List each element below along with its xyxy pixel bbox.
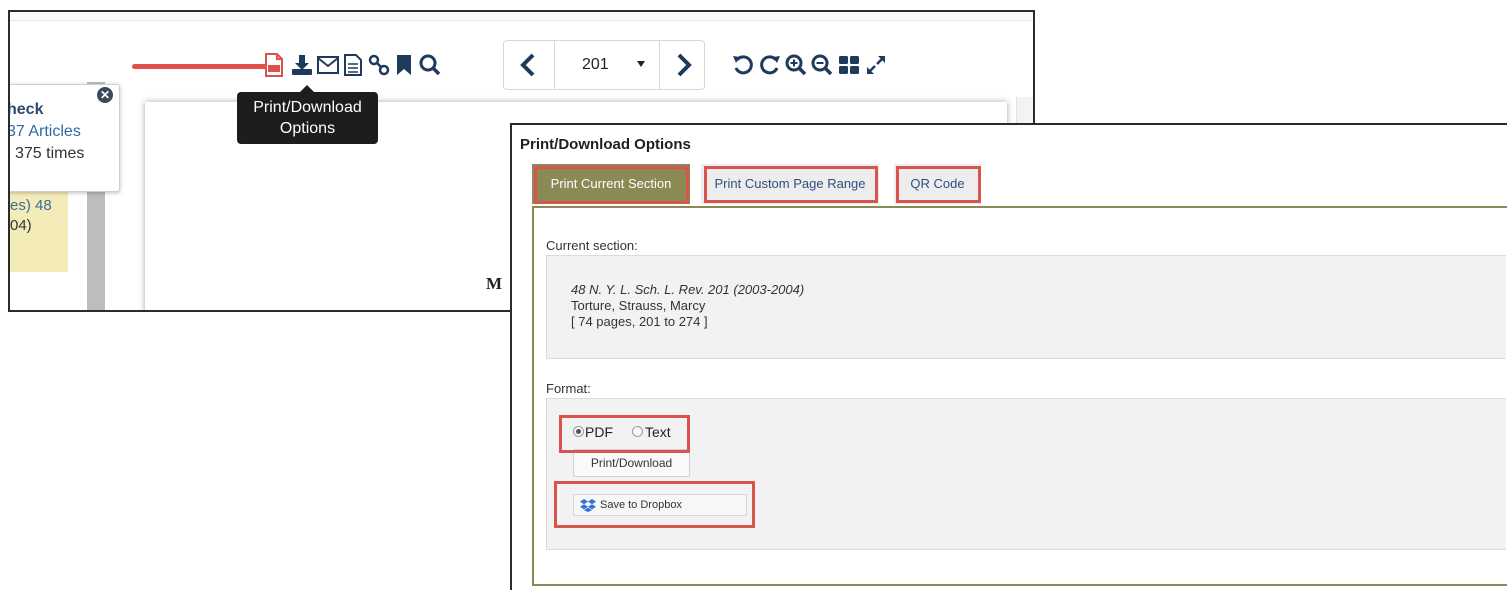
rotate-left-icon[interactable]: [730, 50, 756, 80]
print-download-button[interactable]: Print/Download: [573, 449, 690, 477]
next-page-icon[interactable]: [674, 53, 694, 82]
format-label: Format:: [546, 381, 591, 396]
tab-print-custom-page-range[interactable]: Print Custom Page Range: [701, 164, 879, 204]
tooltip-line-2: Options: [279, 120, 336, 137]
tab-panel: Current section: 48 N. Y. L. Sch. L. Rev…: [532, 206, 1507, 586]
citation-pages: [ 74 pages, 201 to 274 ]: [571, 314, 708, 329]
print-download-tooltip: Print/Download Options: [237, 85, 378, 144]
format-well: PDF Text Print/Download Save to Dropbox: [546, 398, 1506, 550]
current-section-well: 48 N. Y. L. Sch. L. Rev. 201 (2003-2004)…: [546, 255, 1506, 359]
print-download-dialog: Print/Download Options Print Current Sec…: [510, 123, 1507, 590]
document-icon[interactable]: [342, 50, 364, 80]
page-heading-fragment: M: [486, 274, 503, 293]
citation-authors: Torture, Strauss, Marcy: [571, 298, 706, 313]
info-popup: ✕ heck 37 Articles l 375 times: [8, 84, 120, 192]
citation-title: 48 N. Y. L. Sch. L. Rev. 201 (2003-2004): [571, 282, 805, 297]
tooltip-line-1: Print/Download: [253, 99, 362, 116]
fullscreen-icon[interactable]: [863, 50, 889, 80]
pdf-icon[interactable]: [262, 50, 286, 80]
close-icon[interactable]: ✕: [97, 87, 113, 103]
dialog-title: Print/Download Options: [520, 136, 691, 153]
tab-qr-code[interactable]: QR Code: [894, 164, 981, 204]
save-to-dropbox-button[interactable]: Save to Dropbox: [573, 494, 747, 516]
download-icon[interactable]: [290, 50, 314, 80]
popup-citation-count: l 375 times: [8, 145, 85, 162]
snippet-line-2: 04): [10, 217, 32, 234]
bookmark-icon[interactable]: [394, 50, 414, 80]
text-radio-label[interactable]: Text: [645, 424, 671, 440]
page-navigator: 201: [503, 40, 705, 90]
pager-divider: [554, 41, 555, 89]
grid-icon[interactable]: [836, 50, 862, 80]
dropbox-icon: [580, 499, 596, 519]
current-section-label: Current section:: [546, 238, 638, 253]
link-icon[interactable]: [367, 50, 391, 80]
annotation-arrow: [132, 64, 270, 69]
page-number-select[interactable]: 201: [582, 56, 609, 74]
popup-title: heck: [8, 101, 44, 118]
search-icon[interactable]: [418, 50, 442, 80]
snippet-line-1: es) 48: [10, 197, 52, 214]
zoom-in-icon[interactable]: [783, 50, 809, 80]
pdf-radio-label[interactable]: PDF: [585, 424, 613, 440]
tab-print-current-section[interactable]: Print Current Section: [532, 164, 690, 204]
pdf-radio[interactable]: [573, 426, 584, 437]
popup-articles-link[interactable]: 37 Articles: [10, 123, 81, 141]
text-radio[interactable]: [632, 426, 643, 437]
rotate-right-icon[interactable]: [757, 50, 783, 80]
zoom-out-icon[interactable]: [809, 50, 835, 80]
pager-divider: [659, 41, 660, 89]
dropbox-label: Save to Dropbox: [600, 499, 682, 511]
email-icon[interactable]: [316, 50, 340, 80]
window-top-strip: [10, 12, 1033, 21]
prev-page-icon[interactable]: [518, 53, 538, 82]
chevron-down-icon[interactable]: [637, 61, 645, 67]
